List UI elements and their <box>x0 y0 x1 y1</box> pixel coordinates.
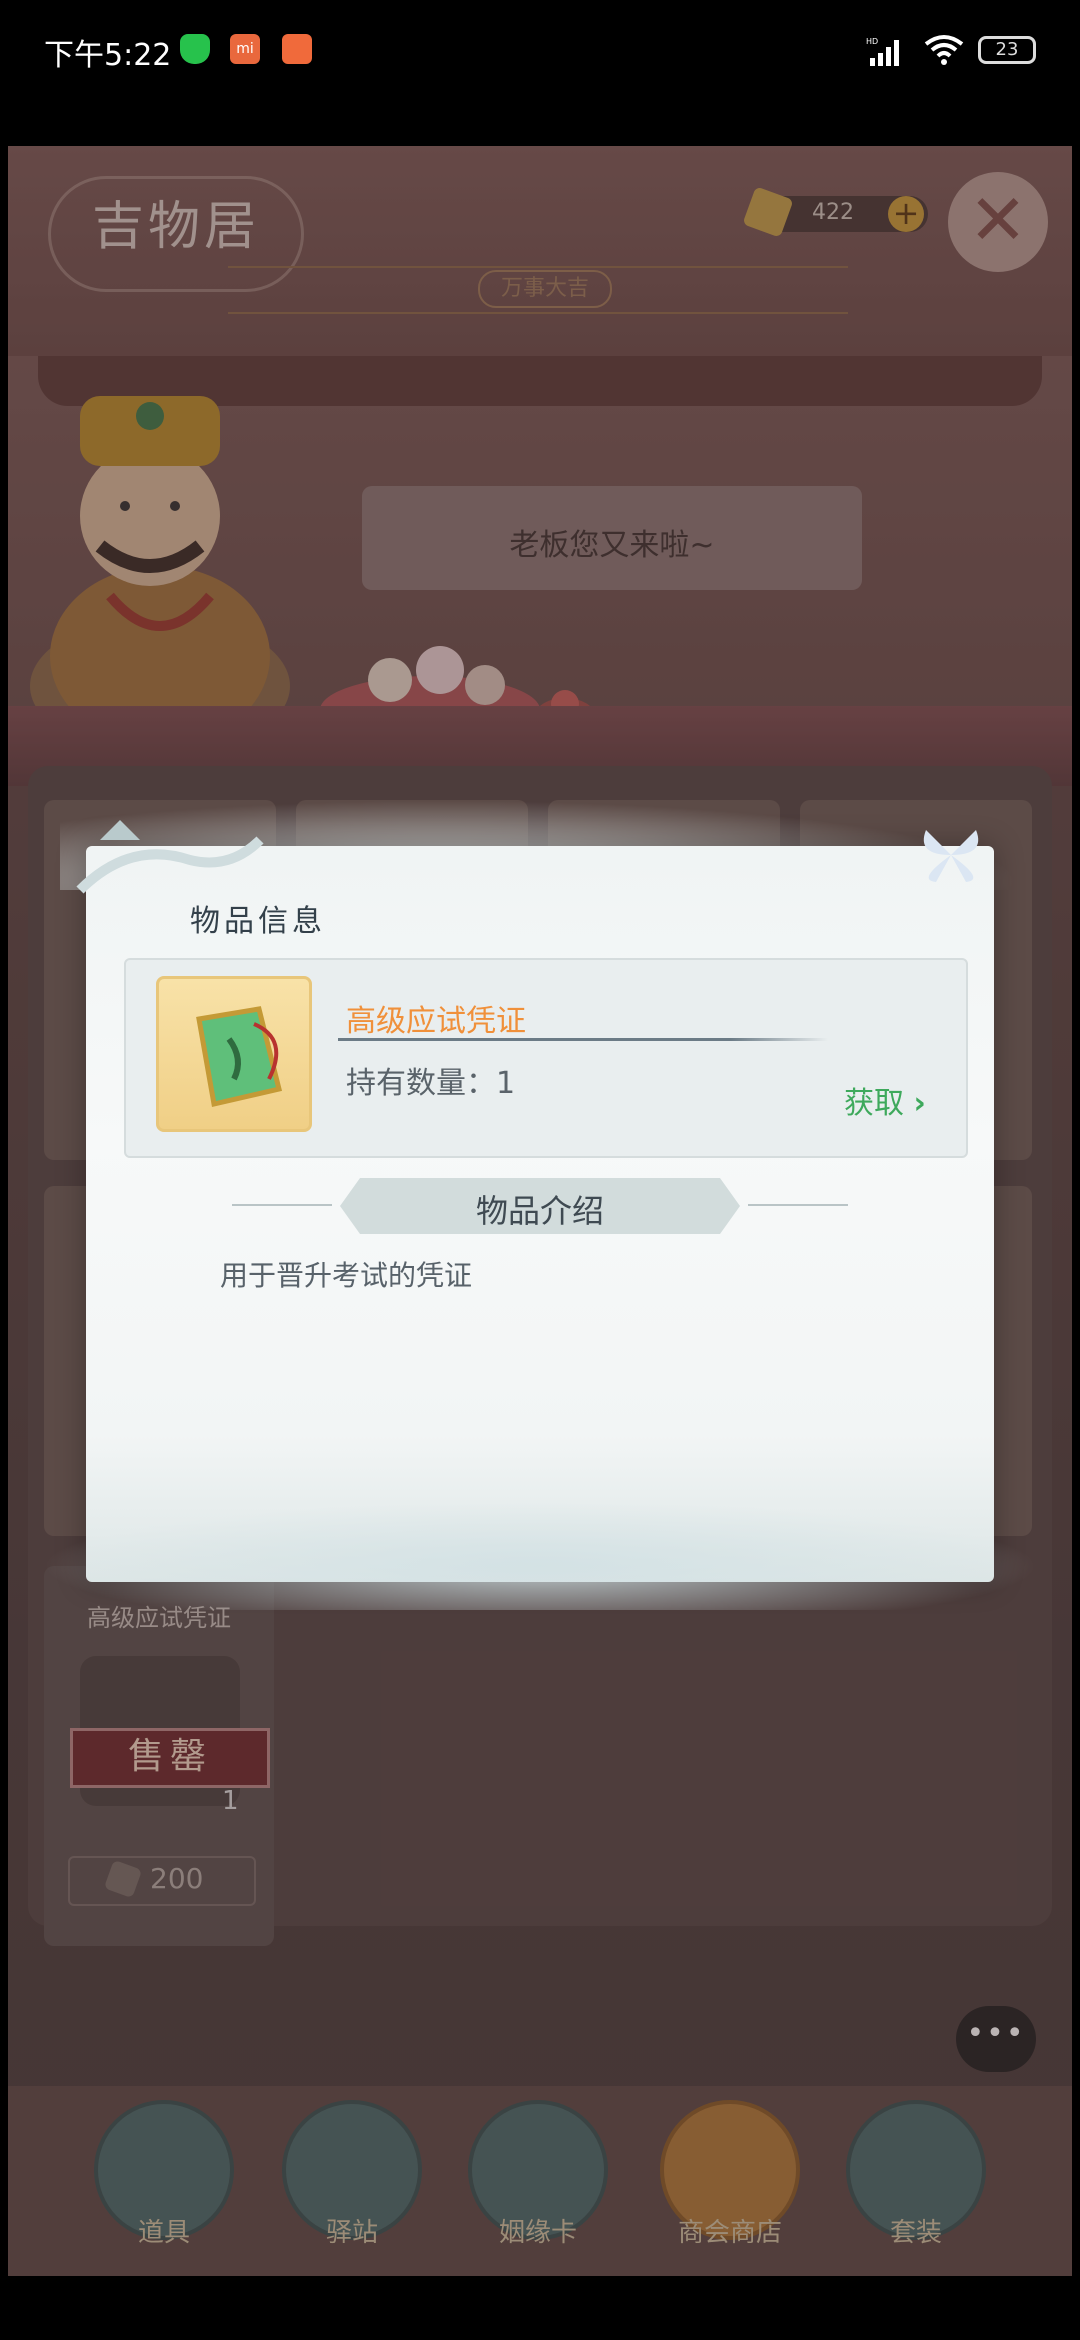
item-divider <box>338 1038 828 1041</box>
obtain-button[interactable]: 获取 › <box>844 1078 926 1122</box>
mi-icon: mi <box>230 34 260 64</box>
item-quantity: 持有数量：1 <box>346 1066 516 1101</box>
modal-mist-decoration <box>40 1500 1040 1610</box>
butterfly-icon <box>923 830 979 882</box>
pagoda-decoration <box>76 820 264 894</box>
mail-icon <box>282 34 312 64</box>
item-name: 高级应试凭证 <box>346 1004 526 1039</box>
system-bottom-bar <box>0 2276 1080 2340</box>
network-badge: HD <box>866 37 878 46</box>
divider-right <box>748 1204 848 1206</box>
divider-left <box>232 1204 332 1206</box>
battery-icon: 23 <box>978 36 1036 64</box>
chevron-right-icon: › <box>913 1086 926 1121</box>
intro-title: 物品介绍 <box>475 1192 604 1230</box>
item-description: 用于晋升考试的凭证 <box>220 1259 473 1292</box>
signal-icon: HD <box>866 37 899 66</box>
shield-icon <box>180 34 210 64</box>
dialog-title: 物品信息 <box>190 904 326 939</box>
clock: 下午5:22 <box>44 38 172 73</box>
obtain-label: 获取 <box>844 1086 904 1121</box>
jade-token-icon <box>156 976 312 1132</box>
wifi-icon <box>924 35 964 65</box>
